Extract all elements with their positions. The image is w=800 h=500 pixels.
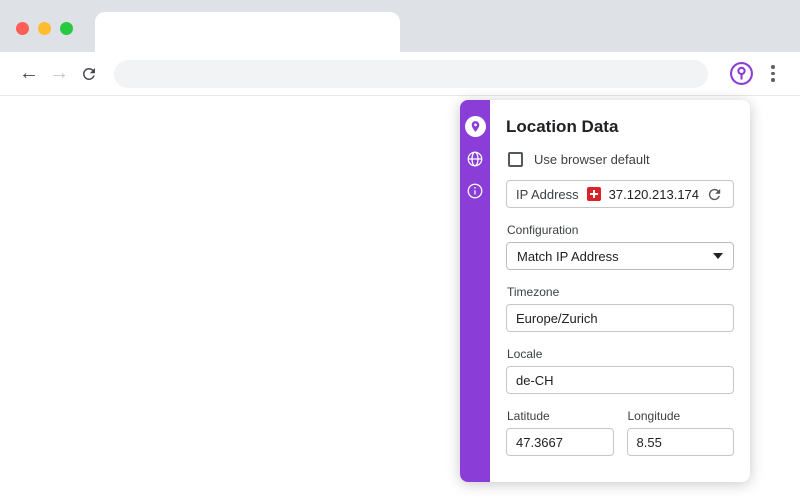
longitude-input[interactable] (626, 428, 734, 456)
refresh-ip-button[interactable] (704, 184, 724, 204)
address-bar[interactable] (114, 59, 708, 88)
browser-toolbar: ← → (0, 52, 800, 96)
use-browser-default-row[interactable]: Use browser default (508, 152, 734, 167)
location-pin-icon (471, 121, 479, 132)
timezone-label: Timezone (507, 285, 560, 299)
page-content: Location Data Use browser default IP Add… (0, 96, 800, 500)
locale-input[interactable] (506, 366, 734, 394)
latitude-field: Latitude (506, 409, 614, 471)
configuration-value: Match IP Address (517, 248, 619, 264)
longitude-field: Longitude (626, 409, 734, 471)
panel-body: Location Data Use browser default IP Add… (490, 100, 750, 482)
maximize-window-button[interactable] (60, 22, 73, 35)
use-browser-default-label: Use browser default (534, 152, 650, 167)
sidebar-item-globe[interactable] (465, 148, 486, 169)
traffic-lights (16, 22, 73, 35)
configuration-select[interactable]: Match IP Address (506, 242, 734, 270)
address-input[interactable] (128, 66, 694, 81)
locale-field: Locale (506, 347, 734, 394)
configuration-label: Configuration (507, 223, 579, 237)
menu-dots-icon (771, 65, 775, 69)
tab-strip (0, 0, 800, 52)
globe-icon (467, 151, 483, 166)
reload-button[interactable] (74, 59, 104, 89)
timezone-input[interactable] (506, 304, 734, 332)
longitude-label: Longitude (627, 409, 681, 423)
timezone-field: Timezone (506, 285, 734, 332)
ip-address-value: 37.120.213.174 (608, 186, 700, 202)
ip-address-row: IP Address 37.120.213.174 (506, 180, 734, 208)
reload-icon (82, 67, 95, 80)
locale-label: Locale (507, 347, 543, 361)
back-button[interactable]: ← (14, 59, 44, 89)
minimize-window-button[interactable] (38, 22, 51, 35)
menu-dots-icon (771, 71, 775, 76)
sidebar-item-location[interactable] (464, 116, 486, 137)
refresh-icon (708, 188, 720, 200)
coordinates-row: Latitude Longitude (506, 409, 734, 471)
sidebar-item-info[interactable] (465, 180, 486, 201)
location-data-panel: Location Data Use browser default IP Add… (460, 100, 750, 482)
browser-tab[interactable] (95, 12, 400, 52)
browser-menu-button[interactable] (760, 59, 786, 89)
browser-window: ← → Location Data Use browser default IP… (0, 0, 800, 500)
chevron-down-icon (713, 253, 723, 259)
use-browser-default-checkbox[interactable] (508, 152, 523, 167)
latitude-label: Latitude (507, 409, 550, 423)
configuration-field: Configuration Match IP Address (506, 223, 734, 270)
latitude-input[interactable] (506, 428, 614, 456)
panel-sidebar (460, 100, 490, 482)
page-title: Location Data (506, 117, 619, 136)
info-icon (467, 183, 483, 198)
ip-address-label: IP Address (516, 186, 579, 202)
location-spoofer-extension-icon (729, 62, 753, 85)
forward-button[interactable]: → (44, 59, 74, 89)
close-window-button[interactable] (16, 22, 29, 35)
menu-dots-icon (771, 78, 775, 82)
extension-button[interactable] (726, 59, 756, 89)
switzerland-flag-icon (586, 187, 601, 201)
